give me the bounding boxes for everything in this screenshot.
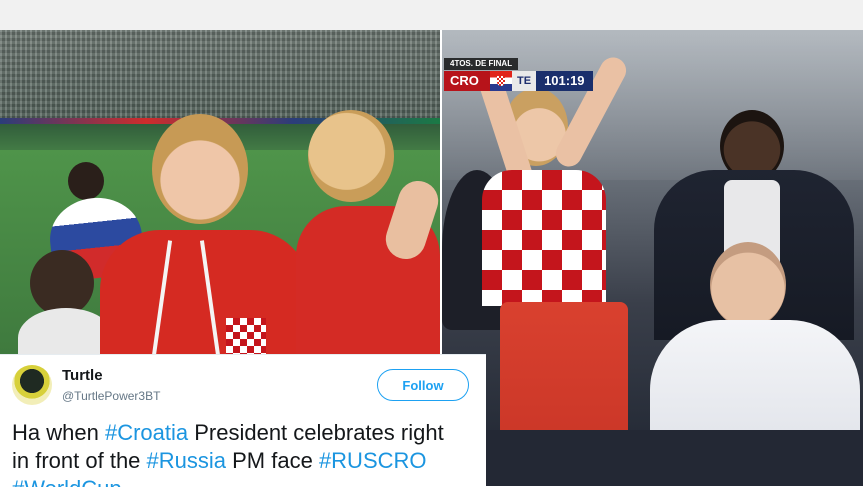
hashtag-link[interactable]: #Croatia — [105, 420, 188, 445]
seat-row — [442, 430, 863, 486]
turtle-avatar-icon[interactable] — [12, 365, 52, 405]
crest-icon — [226, 318, 266, 354]
hashtag-link[interactable]: #Russia — [147, 448, 226, 473]
croatia-flag-icon — [490, 71, 512, 91]
hashtag-link[interactable]: #WorldCup — [12, 476, 122, 487]
user-name[interactable]: Turtle — [62, 367, 103, 384]
woman-face — [152, 114, 248, 224]
home-team: CRO — [444, 71, 490, 91]
score-row: CRO TE 101:19 — [444, 71, 624, 91]
tweet-text-fragment: President celebrates right — [188, 420, 444, 445]
woman-hair — [308, 110, 394, 202]
tweet-line-1: Ha when #Croatia President celebrates ri… — [12, 419, 482, 447]
hashtag-link[interactable]: #RUSCRO — [319, 448, 427, 473]
follow-button[interactable]: Follow — [377, 369, 469, 401]
away-team: TE — [512, 71, 537, 91]
man-face — [710, 242, 786, 328]
tweet-text-fragment: Ha when — [12, 420, 105, 445]
tweet-line-2: in front of the #Russia PM face #RUSCRO — [12, 447, 482, 475]
spectator-head — [68, 162, 104, 200]
vip-stand-photo: 4TOS. DE FINAL CRO TE 101:19 — [442, 30, 863, 486]
tweet-text-fragment: in front of the — [12, 448, 147, 473]
top-bar — [0, 0, 863, 30]
match-stage: 4TOS. DE FINAL — [444, 58, 519, 70]
match-clock: 101:19 — [536, 71, 593, 91]
tweet-text-fragment: PM face — [226, 448, 319, 473]
stadium-photo — [0, 30, 440, 354]
spectator-head — [30, 250, 94, 316]
scoreboard: 4TOS. DE FINAL CRO TE 101:19 — [444, 58, 624, 94]
tweet-text: Ha when #Croatia President celebrates ri… — [12, 419, 482, 487]
tweet-line-3: #WorldCup — [12, 475, 482, 487]
user-handle[interactable]: @TurtlePower3BT — [62, 389, 160, 403]
stadium-crowd — [0, 30, 440, 122]
tweet-card: Turtle @TurtlePower3BT Follow Ha when #C… — [0, 354, 486, 487]
checkered-jersey — [482, 170, 606, 306]
